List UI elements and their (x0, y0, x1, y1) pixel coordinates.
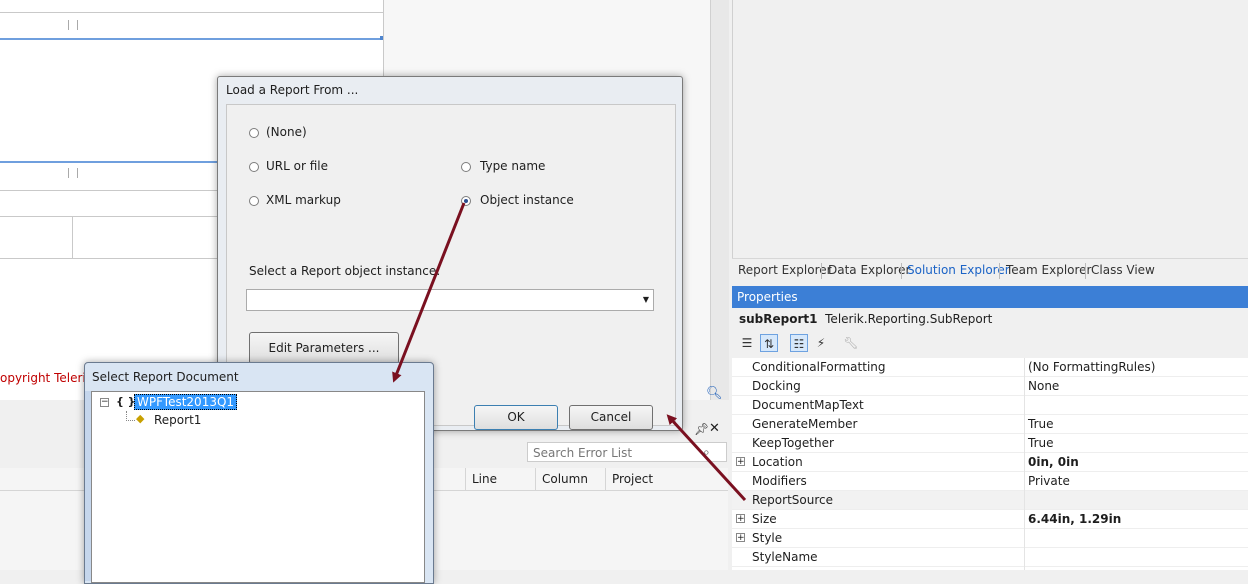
column-header-line[interactable]: Line (465, 468, 536, 490)
property-value[interactable]: True (1028, 417, 1054, 431)
tool-window-tabs: Report Explorer Data Explorer Solution E… (732, 258, 1248, 283)
radio-xml-label[interactable]: XML markup (266, 193, 341, 207)
radio-object-instance-label[interactable]: Object instance (480, 193, 574, 207)
radio-type-name[interactable] (461, 162, 471, 172)
edit-parameters-button[interactable]: Edit Parameters ... (249, 332, 399, 364)
tree-node-project[interactable]: WPFTest2013Q1 (134, 394, 238, 410)
error-search-input[interactable]: Search Error List (527, 442, 727, 462)
tab-separator (1085, 263, 1086, 279)
properties-title: Properties (732, 286, 1248, 308)
property-row[interactable]: ConditionalFormatting (No FormattingRules… (732, 358, 1248, 377)
dialog-title: Select Report Document (92, 370, 239, 384)
tab-separator (901, 263, 902, 279)
properties-toolbar: ☰ ⇅ ☷ ⚡︎ 🔧︎ (732, 330, 1248, 358)
tree-connector (126, 411, 135, 421)
property-pages-icon[interactable]: 🔧︎ (842, 334, 860, 352)
property-value[interactable]: (No FormattingRules) (1028, 360, 1155, 374)
property-grid-divider[interactable] (1024, 358, 1025, 570)
object-name: subReport1 (739, 312, 818, 326)
section-grip[interactable] (68, 168, 78, 178)
expand-icon[interactable]: + (736, 514, 745, 524)
tab-team-explorer[interactable]: Team Explorer (1006, 263, 1092, 277)
alphabetical-icon[interactable]: ⇅ (760, 334, 778, 352)
property-row[interactable]: StyleName (732, 548, 1248, 567)
section-grip[interactable] (68, 20, 78, 30)
tab-report-explorer[interactable]: Report Explorer (738, 263, 832, 277)
property-row[interactable]: + Style (732, 529, 1248, 548)
chevron-down-icon[interactable]: ▼ (643, 295, 649, 304)
tab-solution-explorer[interactable]: Solution Explorer (907, 263, 1010, 277)
tab-data-explorer[interactable]: Data Explorer (828, 263, 910, 277)
properties-icon[interactable]: ☷ (790, 334, 808, 352)
property-row[interactable]: + Location 0in, 0in (732, 453, 1248, 472)
property-grid[interactable]: ConditionalFormatting (No FormattingRules… (732, 358, 1248, 570)
designer-scrollbar[interactable] (710, 0, 729, 400)
close-icon[interactable]: ✕ (709, 421, 720, 436)
search-icon[interactable]: ⌕ (703, 445, 710, 460)
report-icon: ◆ (136, 412, 145, 425)
radio-object-instance[interactable] (461, 196, 471, 206)
property-row[interactable]: + Size 6.44in, 1.29in (732, 510, 1248, 529)
property-name: GenerateMember (752, 417, 858, 431)
property-value[interactable]: True (1028, 436, 1054, 450)
section-line (0, 12, 384, 13)
namespace-icon: { } (116, 395, 136, 408)
property-name: KeepTogether (752, 436, 834, 450)
radio-xml-markup[interactable] (249, 196, 259, 206)
tree-node-report[interactable]: Report1 (154, 413, 201, 427)
properties-object-selector[interactable]: subReport1 Telerik.Reporting.SubReport (732, 308, 1248, 330)
property-name: ReportSource (752, 493, 833, 507)
property-row[interactable]: Docking None (732, 377, 1248, 396)
expand-icon[interactable]: + (736, 533, 745, 543)
cancel-button[interactable]: Cancel (569, 405, 653, 430)
property-value[interactable]: None (1028, 379, 1059, 393)
events-icon[interactable]: ⚡︎ (812, 334, 830, 352)
solution-explorer-pane (732, 0, 1248, 258)
radio-none-label[interactable]: (None) (266, 125, 307, 139)
copyright-text: opyright Telerik (0, 371, 93, 385)
property-name: DocumentMapText (752, 398, 864, 412)
categorized-icon[interactable]: ☰ (738, 334, 756, 352)
selection-top-line (0, 38, 384, 40)
radio-url-or-file[interactable] (249, 162, 259, 172)
tab-separator (999, 263, 1000, 279)
object-instance-label: Select a Report object instance: (249, 264, 441, 278)
property-value[interactable]: 0in, 0in (1028, 455, 1079, 469)
property-value[interactable]: Private (1028, 474, 1070, 488)
property-name: Location (752, 455, 803, 469)
property-row[interactable]: Modifiers Private (732, 472, 1248, 491)
radio-url-label[interactable]: URL or file (266, 159, 328, 173)
property-name: Size (752, 512, 777, 526)
cell-divider (72, 216, 73, 258)
pin-icon[interactable]: 📌︎ (694, 422, 709, 436)
select-report-document-dialog: Select Report Document − { } WPFTest2013… (84, 362, 434, 584)
property-row[interactable]: DocumentMapText (732, 396, 1248, 415)
column-header-column[interactable]: Column (535, 468, 604, 490)
report-tree[interactable]: − { } WPFTest2013Q1 ◆ Report1 (91, 391, 425, 583)
dialog-title: Load a Report From ... (226, 83, 359, 97)
property-name: ConditionalFormatting (752, 360, 886, 374)
property-value[interactable]: 6.44in, 1.29in (1028, 512, 1121, 526)
column-header-project[interactable]: Project (605, 468, 722, 490)
property-name: StyleName (752, 550, 818, 564)
tab-class-view[interactable]: Class View (1091, 263, 1155, 277)
object-type: Telerik.Reporting.SubReport (825, 312, 993, 326)
tab-separator (821, 263, 822, 279)
object-instance-combo[interactable]: ▼ (246, 289, 654, 311)
property-name: Style (752, 531, 783, 545)
ok-button[interactable]: OK (474, 405, 558, 430)
radio-type-name-label[interactable]: Type name (480, 159, 545, 173)
property-row[interactable]: ReportSource (732, 491, 1248, 510)
radio-none[interactable] (249, 128, 259, 138)
search-icon[interactable]: 🔍︎ (706, 386, 723, 401)
property-row[interactable]: GenerateMember True (732, 415, 1248, 434)
collapse-icon[interactable]: − (100, 398, 109, 407)
expand-icon[interactable]: + (736, 457, 745, 467)
property-name: Docking (752, 379, 801, 393)
property-row[interactable]: KeepTogether True (732, 434, 1248, 453)
property-name: Modifiers (752, 474, 807, 488)
